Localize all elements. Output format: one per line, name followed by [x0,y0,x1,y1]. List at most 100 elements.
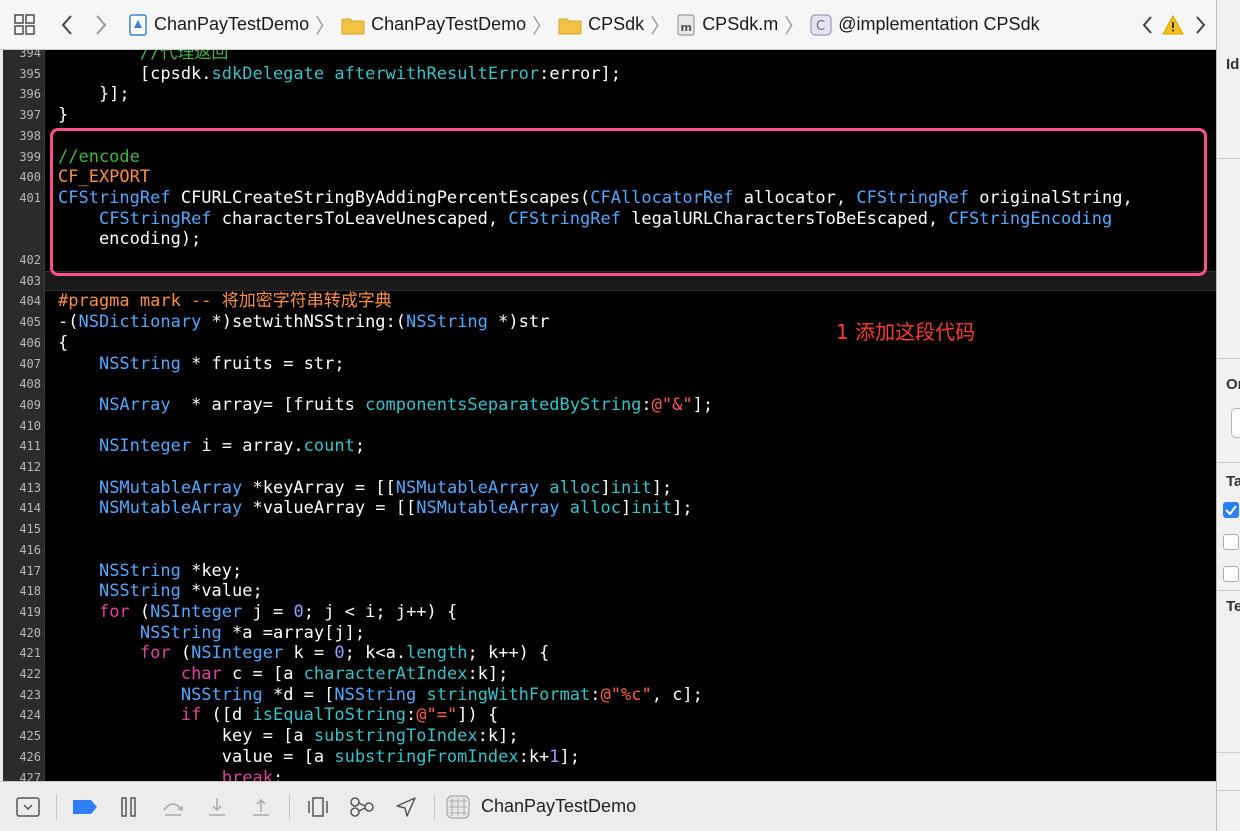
code-line[interactable]: NSArray * array= [fruits componentsSepar… [58,395,713,416]
code-token: originalString, [968,187,1133,208]
code-line[interactable]: [cpsdk.sdkDelegate afterwithResultError:… [58,64,621,85]
step-over-button[interactable] [151,785,195,829]
code-line[interactable]: NSString *a =array[j]; [58,623,365,644]
code-token: 1 [549,746,560,767]
code-line[interactable]: CFStringRef CFURLCreateStringByAddingPer… [58,188,1133,209]
breadcrumb-group[interactable]: ChanPayTestDemo [341,0,526,50]
code-token: ; k++) { [467,643,550,664]
code-line[interactable]: for (NSInteger k = 0; k<a.length; k++) { [58,643,550,664]
related-items-button[interactable] [0,0,50,50]
code-token: ; k<a. [344,643,407,664]
folder-icon [341,15,365,35]
scheme-label[interactable]: ChanPayTestDemo [481,796,636,817]
breakpoints-toggle-button[interactable] [63,785,107,829]
code-line[interactable]: for (NSInteger j = 0; j < i; j++) { [58,602,457,623]
code-token: k = [283,643,335,664]
step-into-button[interactable] [195,785,239,829]
breadcrumb-project[interactable]: ChanPayTestDemo [128,0,309,50]
view-debugger-icon [308,796,328,817]
forward-button[interactable] [84,0,118,50]
code-line[interactable]: } [58,105,68,126]
code-token: : [641,394,652,415]
code-line[interactable]: //encode [58,147,140,168]
breadcrumb-symbol[interactable]: C @implementation CPSdk [810,0,1040,50]
code-line[interactable]: if ([d isEqualToString:@"="]) { [58,705,498,726]
code-line[interactable]: #pragma mark -- 将加密字符串转成字典 [58,291,392,312]
pause-button[interactable] [107,785,151,829]
code-token: -( [58,312,79,333]
code-token: ( [129,601,151,622]
code-line[interactable]: encoding); [58,229,201,250]
line-number: 396 [19,87,41,102]
code-line[interactable]: NSString *value; [58,581,263,602]
code-token: :error]; [539,63,621,84]
inspector-field[interactable] [1231,408,1240,438]
scheme-icon-button[interactable] [441,785,475,829]
code-line[interactable]: CF_EXPORT [58,167,150,188]
code-line[interactable]: char c = [a characterAtIndex:k]; [58,664,509,685]
code-line[interactable]: CFStringRef charactersToLeaveUnescaped, … [58,209,1112,230]
code-token: ]; [559,746,581,767]
inspector-panel: Id Or Ta Te [1216,0,1240,831]
previous-issue-button[interactable] [1134,0,1160,50]
code-line[interactable]: -(NSDictionary *)setwithNSString:(NSStri… [58,312,549,333]
memory-graph-button[interactable] [340,785,384,829]
warning-icon [1162,14,1184,34]
breadcrumb-folder[interactable]: CPSdk [558,0,644,50]
line-number-gutter: 394 395 396 397 398 399 400 401 402 403 404 405 406 4… [3,50,45,781]
code-token: *a =array[j]; [221,622,366,643]
view-hierarchy-button[interactable] [296,785,340,829]
code-token: key = [a [58,726,314,747]
code-line[interactable]: key = [a substringToIndex:k]; [58,726,519,747]
code-token: j = [242,601,294,622]
code-token: for [98,601,130,622]
code-token: NSInteger [191,643,284,664]
line-number [3,229,41,250]
next-issue-button[interactable] [1186,0,1216,50]
inspector-label-on-demand: Or [1226,376,1240,393]
code-line[interactable]: NSString *d = [NSString stringWithFormat… [58,685,703,706]
code-line[interactable]: { [58,333,68,354]
code-line[interactable]: NSMutableArray *keyArray = [[NSMutableAr… [58,478,672,499]
target-checkbox-2[interactable] [1223,534,1239,550]
source-editor[interactable]: 394 395 396 397 398 399 400 401 402 403 404 405 406 4… [3,50,1216,781]
code-line[interactable]: break; [58,768,283,782]
code-token: ([d [201,705,253,726]
breakpoint-icon [73,799,97,814]
code-token: NSInteger [150,601,243,622]
code-line[interactable]: NSInteger i = array.count; [58,436,365,457]
back-button[interactable] [50,0,84,50]
simulate-location-button[interactable] [384,785,428,829]
code-line[interactable]: NSString * fruits = str; [58,354,345,375]
code-token: [cpsdk. [58,63,212,84]
hide-debug-area-button[interactable] [6,785,50,829]
pause-icon [121,796,136,817]
inspector-divider [1217,790,1240,791]
line-number: 416 [19,542,41,557]
issues-warning-button[interactable] [1160,0,1186,50]
code-token: ; [272,767,284,782]
code-line[interactable]: //代理返回 [58,50,228,64]
line-number: 424 [19,708,41,723]
breadcrumb-file[interactable]: m CPSdk.m [676,0,778,50]
code-line[interactable]: NSString *key; [58,561,242,582]
chevron-left-icon [1142,15,1152,34]
code-line[interactable]: NSMutableArray *valueArray = [[NSMutable… [58,498,693,519]
line-number: 403 [19,273,41,288]
code-token: NSString [334,684,417,705]
step-into-icon [209,797,225,816]
target-checkbox-3[interactable] [1223,566,1239,582]
code-line[interactable]: }]; [58,84,130,105]
code-token: * fruits = str; [180,353,345,374]
code-token: } [58,105,69,126]
code-token: allocator, [733,187,857,208]
step-out-button[interactable] [239,785,283,829]
line-number: 402 [19,253,41,267]
code-line[interactable]: value = [a substringFromIndex:k+1]; [58,747,580,768]
target-checkbox-1[interactable] [1223,502,1239,518]
